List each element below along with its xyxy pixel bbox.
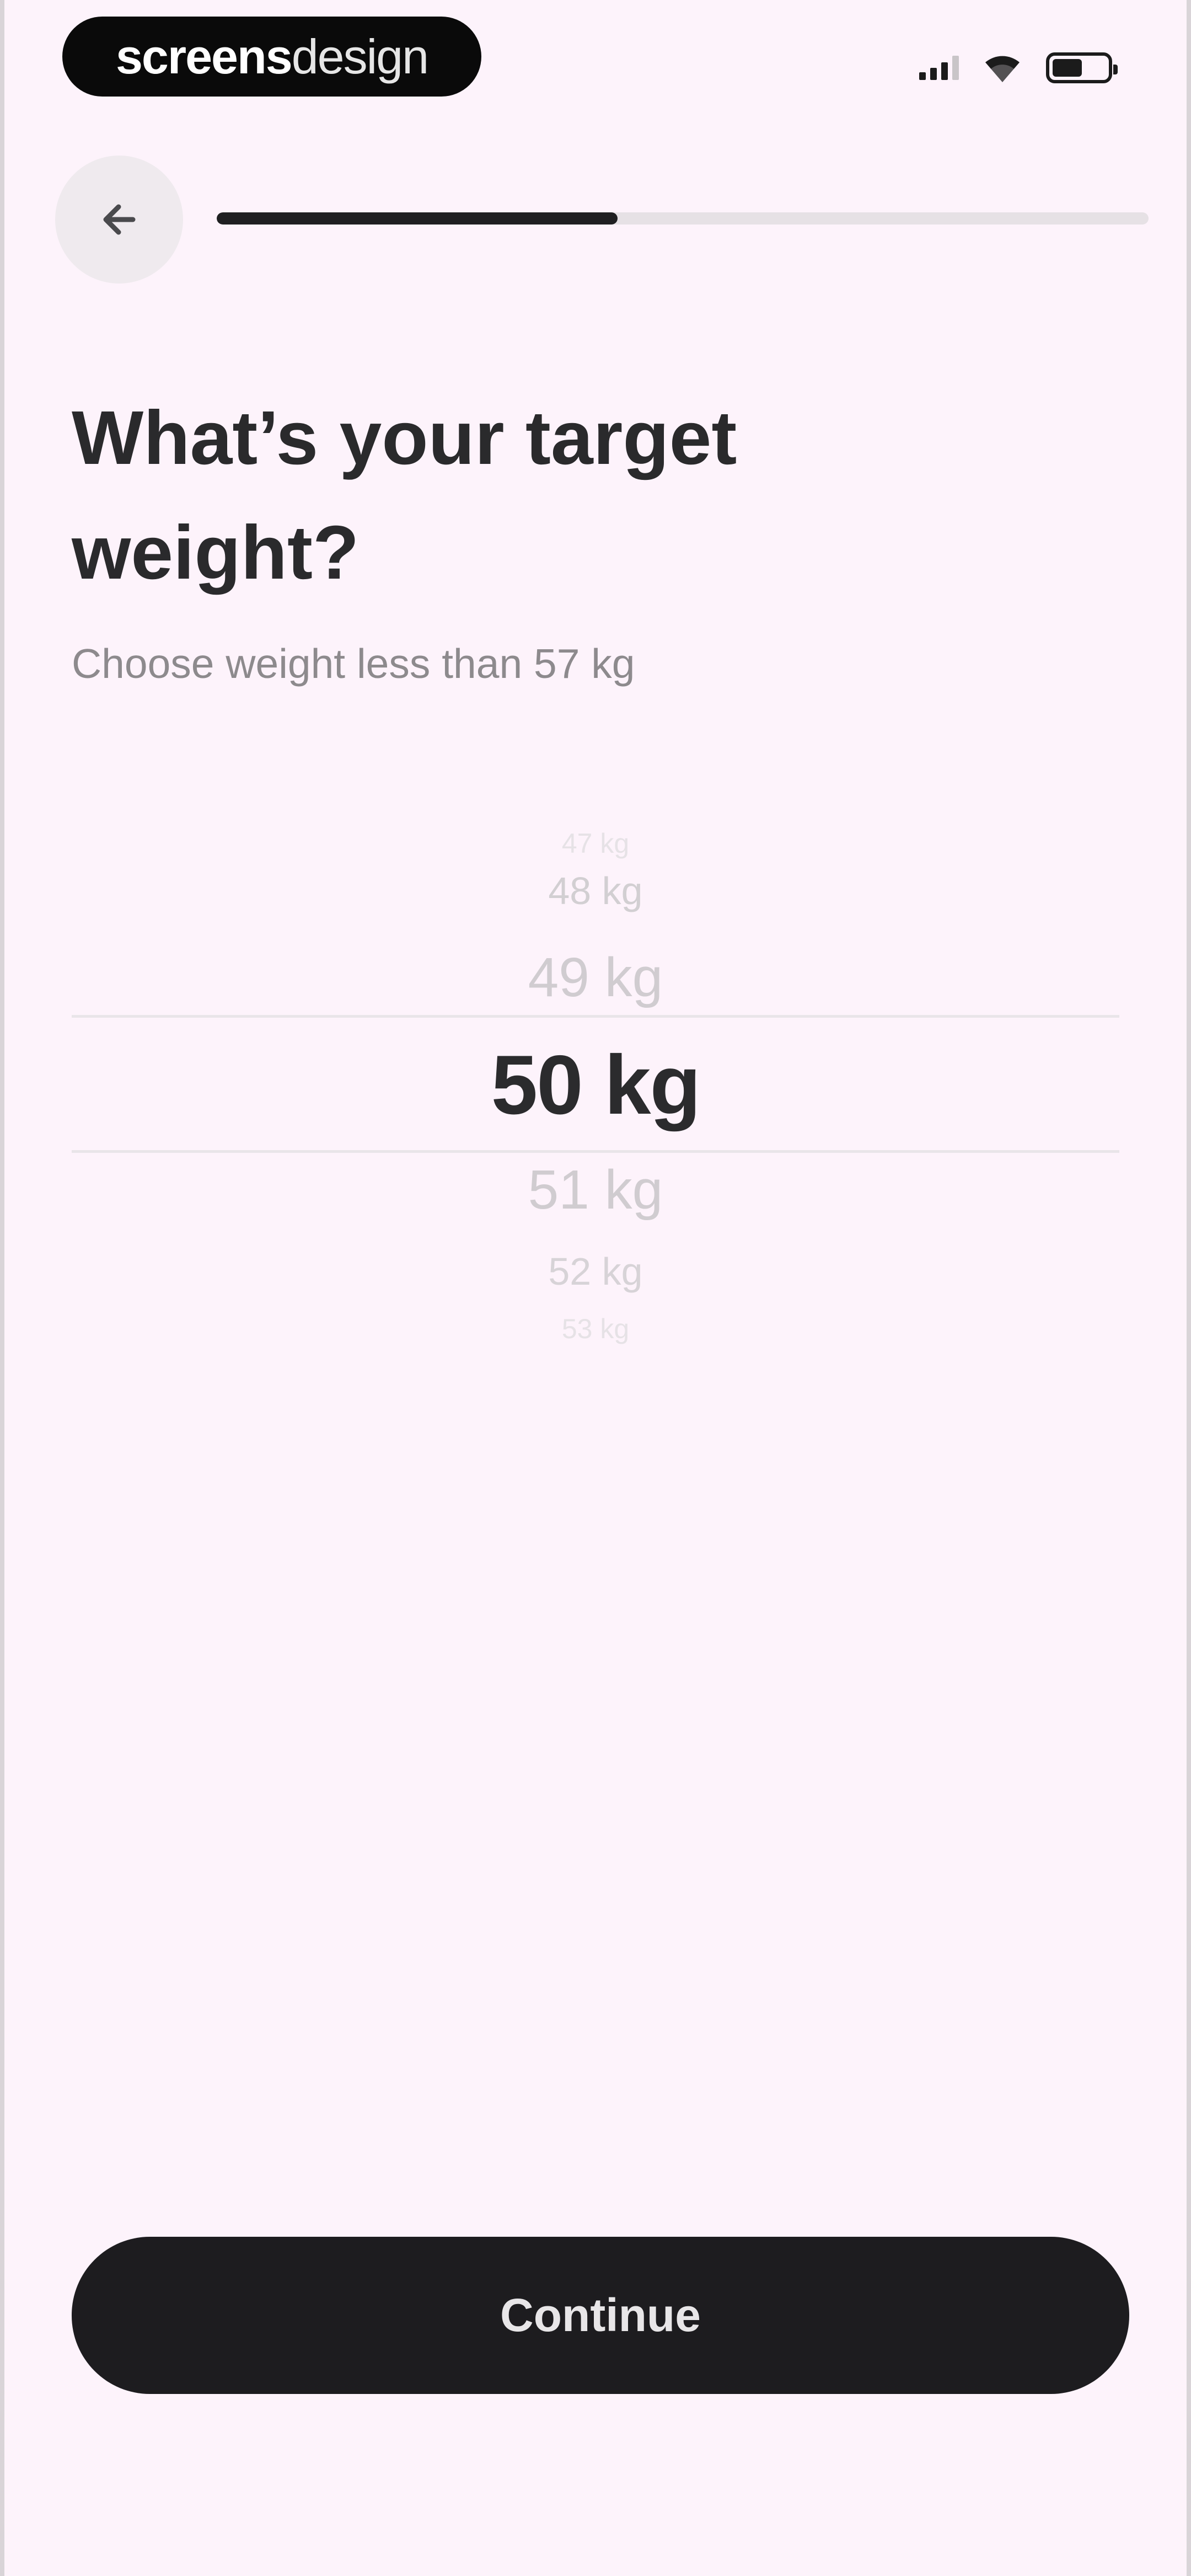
battery-icon (1046, 52, 1118, 83)
arrow-left-icon (103, 204, 136, 235)
back-button[interactable] (55, 156, 183, 284)
picker-option[interactable]: 51 kg (4, 1158, 1187, 1222)
screen: screens design What’s your target weight?… (0, 0, 1191, 2576)
brand-logo: screens design (62, 17, 481, 97)
cellular-signal-icon (919, 56, 959, 80)
progress-bar-fill (217, 212, 618, 225)
progress-bar (217, 212, 1149, 225)
wifi-icon (985, 56, 1020, 82)
status-bar: screens design (4, 0, 1187, 110)
picker-option[interactable]: 48 kg (4, 869, 1187, 913)
brand-logo-bold: screens (115, 29, 293, 84)
picker-option[interactable]: 53 kg (4, 1313, 1187, 1345)
page-title: What’s your target weight? (72, 396, 737, 595)
weight-picker[interactable]: 47 kg 48 kg 49 kg 50 kg 51 kg 52 kg 53 k… (4, 816, 1187, 1368)
picker-option[interactable]: 47 kg (4, 827, 1187, 859)
status-icons (919, 49, 1118, 87)
continue-button[interactable]: Continue (72, 2237, 1129, 2394)
picker-option-selected[interactable]: 50 kg (4, 1037, 1187, 1134)
picker-option[interactable]: 52 kg (4, 1249, 1187, 1294)
brand-logo-light: design (291, 29, 429, 84)
picker-option[interactable]: 49 kg (4, 946, 1187, 1009)
page-subtitle: Choose weight less than 57 kg (72, 640, 635, 687)
battery-level (1053, 59, 1082, 77)
